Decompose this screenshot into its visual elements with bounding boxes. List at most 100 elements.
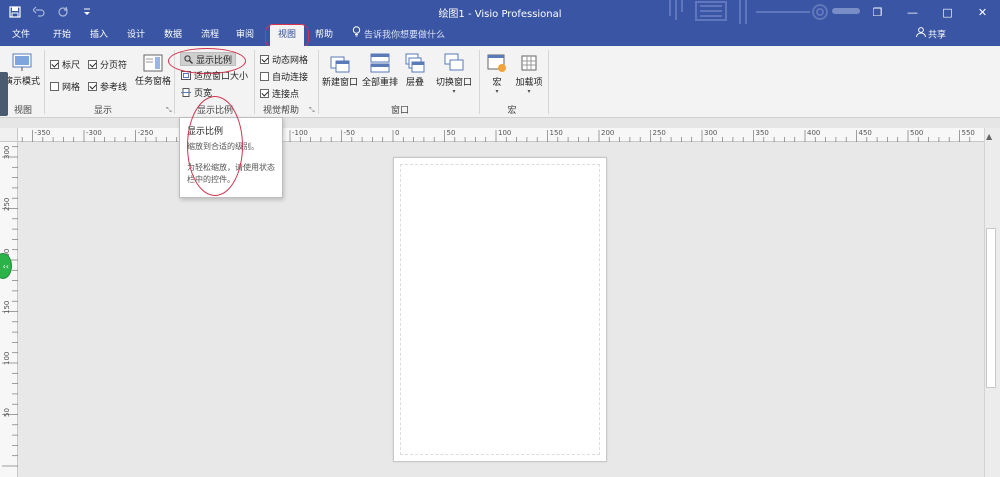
page-margin-guide [400,164,600,455]
ribbon-tab-bar: 文件 开始 插入 设计 数据 流程 审阅 视图 帮助 告诉我你想要做什么 共享 [0,24,1000,46]
checkbox-checked [88,82,97,91]
ruler-label: 450 [858,129,872,137]
maximize-button[interactable]: □ [930,0,965,24]
page-breaks-label: 分页符 [100,61,128,71]
tab-review[interactable]: 审阅 [230,24,260,46]
drawing-page[interactable] [393,157,607,462]
add-ons-button[interactable]: 加载项 ▾ [513,53,545,95]
minimize-button[interactable]: — [895,0,930,24]
fit-to-window-button[interactable]: 适应窗口大小 [181,69,248,82]
task-panes-button[interactable]: 任务窗格 [133,54,173,87]
arrange-all-icon [370,53,390,73]
cascade-icon [405,53,425,73]
checkbox-checked [260,89,269,98]
ruler-label: -250 [137,129,154,137]
grid-checkbox[interactable]: 网格 [50,80,80,93]
group-separator [174,50,175,114]
visual-aids-launcher-icon[interactable]: ⤡ [309,106,315,115]
guides-checkbox[interactable]: 参考线 [88,80,127,93]
dynamic-grid-label: 动态网格 [272,56,309,66]
title-decoration [669,0,828,24]
dropdown-arrow-icon: ▾ [527,88,531,95]
auto-connect-checkbox[interactable]: 自动连接 [260,70,308,83]
zoom-label: 显示比例 [196,55,233,66]
ruler-label: 500 [910,129,924,137]
share-label: 共享 [928,30,947,41]
ruler-label: 300 [704,129,718,137]
grid-label: 网格 [62,83,81,93]
left-edge-tab[interactable] [0,72,8,116]
tell-me-box[interactable]: 告诉我你想要做什么 [352,24,445,46]
fit-window-icon [181,71,191,80]
vertical-scrollbar-thumb[interactable] [986,228,996,388]
new-window-label: 新建窗口 [321,78,358,88]
lightbulb-icon [352,24,361,46]
task-panes-icon [143,54,163,72]
ruler-label: 400 [807,129,821,137]
dropdown-arrow-icon: ▾ [452,88,456,95]
connection-points-checkbox[interactable]: 连接点 [260,87,299,100]
tab-file[interactable]: 文件 [6,24,36,46]
ruler-corner [0,128,18,142]
horizontal-ruler: -350-300-250-200-150-100-500501001502002… [18,128,984,142]
group-separator [548,50,549,114]
title-bar: 绘图1 - Visio Professional ❐ — □ ✕ [0,0,1000,24]
vertical-ruler: 30025020015010050 [0,142,18,477]
ruler-label: -300 [86,129,102,137]
tab-view[interactable]: 视图 [270,24,304,46]
ruler-label: 300 [3,145,11,159]
add-ons-icon [521,55,537,71]
ruler-label: 200 [601,129,615,137]
close-button[interactable]: ✕ [965,0,1000,24]
macros-button[interactable]: 宏 ▾ [484,53,510,95]
new-window-icon [330,56,350,73]
ruler-label: 标尺 [62,61,81,71]
tab-design[interactable]: 设计 [121,24,151,46]
cascade-label: 层叠 [405,78,424,88]
dynamic-grid-checkbox[interactable]: 动态网格 [260,53,308,66]
arrange-all-button[interactable]: 全部重排 [360,53,400,88]
ruler-checkbox[interactable]: 标尺 [50,58,80,71]
macros-label: 宏 [492,78,502,88]
presentation-mode-icon [12,53,32,71]
tab-home[interactable]: 开始 [47,24,77,46]
new-window-button[interactable]: 新建窗口 [321,53,359,88]
page-breaks-checkbox[interactable]: 分页符 [88,58,127,71]
tab-process[interactable]: 流程 [195,24,225,46]
switch-windows-button[interactable]: 切换窗口 ▾ [433,53,475,95]
group-label-show: 显示 [93,106,112,116]
checkbox-checked [88,60,97,69]
user-name-blurred [832,8,860,14]
show-group-launcher-icon[interactable]: ⤡ [166,106,172,115]
magnifier-icon [184,54,193,64]
tell-me-text: 告诉我你想要做什么 [364,30,446,41]
add-ons-label: 加载项 [515,78,543,88]
ribbon-display-icon[interactable]: ❐ [860,0,895,24]
switch-windows-label: 切换窗口 [435,78,472,88]
connection-points-label: 连接点 [272,90,300,100]
checkbox-checked [260,55,269,64]
tab-data[interactable]: 数据 [158,24,188,46]
ruler-label: 50 [3,407,11,417]
tooltip-hint: 为轻松缩放，请使用状态栏中的控件。 [187,163,275,184]
group-label-macros: 宏 [507,106,517,116]
group-separator [254,50,255,114]
zoom-button[interactable]: 显示比例 [180,52,237,66]
group-label-visual-aids: 视觉帮助 [262,106,299,116]
checkbox-checked [50,60,59,69]
cascade-button[interactable]: 层叠 [401,53,429,88]
tab-help[interactable]: 帮助 [309,24,339,46]
presentation-mode-button[interactable]: 演示模式 [2,52,42,87]
fit-window-label: 适应窗口大小 [194,72,249,82]
tooltip-description: 缩放到合适的级别。 [187,142,259,151]
ruler-label: 350 [755,129,769,137]
dropdown-arrow-icon: ▾ [495,88,499,95]
group-label-view: 视图 [13,106,32,116]
page-width-icon [181,88,191,97]
checkbox-unchecked [50,82,59,91]
scroll-up-arrow-icon[interactable]: ▲ [986,132,992,141]
page-width-button[interactable]: 页宽 [181,86,212,99]
ruler-label: 150 [3,300,11,314]
tab-insert[interactable]: 插入 [84,24,114,46]
share-button[interactable]: 共享 [916,24,946,46]
